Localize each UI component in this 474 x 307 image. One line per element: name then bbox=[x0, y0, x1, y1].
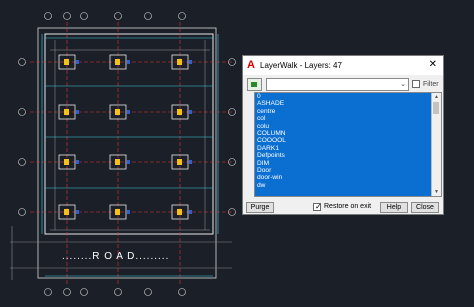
autocad-logo-icon: A bbox=[247, 59, 255, 71]
scroll-up-icon[interactable]: ▲ bbox=[434, 94, 439, 100]
filter-checkbox[interactable] bbox=[412, 80, 420, 88]
filter-combobox[interactable]: ⌄ bbox=[266, 78, 409, 91]
layer-state-button[interactable] bbox=[247, 78, 262, 91]
check-icon: ✓ bbox=[315, 202, 322, 211]
dialog-titlebar[interactable]: A LayerWalk - Layers: 47 ✕ bbox=[243, 56, 443, 75]
list-item[interactable]: centre bbox=[255, 108, 441, 115]
road-label: ........R O A D......... bbox=[62, 251, 169, 262]
dialog-title: LayerWalk - Layers: 47 bbox=[260, 61, 342, 70]
help-button[interactable]: Help bbox=[380, 202, 408, 213]
list-item[interactable]: ASHADE bbox=[255, 100, 441, 107]
purge-button[interactable]: Purge bbox=[246, 202, 274, 213]
list-item[interactable]: colu bbox=[255, 123, 441, 130]
list-item[interactable]: DIM bbox=[255, 160, 441, 167]
scroll-down-icon[interactable]: ▼ bbox=[434, 189, 439, 195]
restore-label: Restore on exit bbox=[324, 203, 372, 210]
layer-list[interactable]: 0 ASHADE centre col colu COLUMN COOOOL D… bbox=[254, 92, 442, 197]
list-item[interactable]: COLUMN bbox=[255, 130, 441, 137]
restore-checkbox[interactable]: ✓ bbox=[313, 202, 322, 211]
list-scrollbar[interactable]: ▲ ▼ bbox=[431, 93, 441, 196]
layer-icon bbox=[251, 82, 257, 87]
list-item[interactable]: dw bbox=[255, 182, 441, 189]
list-item[interactable]: Door bbox=[255, 167, 441, 174]
list-item[interactable]: COOOOL bbox=[255, 137, 441, 144]
close-button[interactable]: Close bbox=[411, 202, 439, 213]
list-item[interactable]: col bbox=[255, 115, 441, 122]
close-icon[interactable]: ✕ bbox=[429, 59, 437, 71]
list-item[interactable]: DARK1 bbox=[255, 145, 441, 152]
layerwalk-dialog[interactable]: A LayerWalk - Layers: 47 ✕ ⌄ Filter 0 AS… bbox=[242, 55, 444, 215]
chevron-down-icon[interactable]: ⌄ bbox=[400, 80, 406, 88]
filter-row: ⌄ Filter bbox=[246, 78, 442, 92]
list-item[interactable]: 0 bbox=[255, 93, 441, 100]
scroll-thumb[interactable] bbox=[433, 102, 439, 114]
filter-label: Filter bbox=[423, 81, 439, 88]
list-item[interactable]: Defpoints bbox=[255, 152, 441, 159]
list-item[interactable]: door-win bbox=[255, 174, 441, 181]
